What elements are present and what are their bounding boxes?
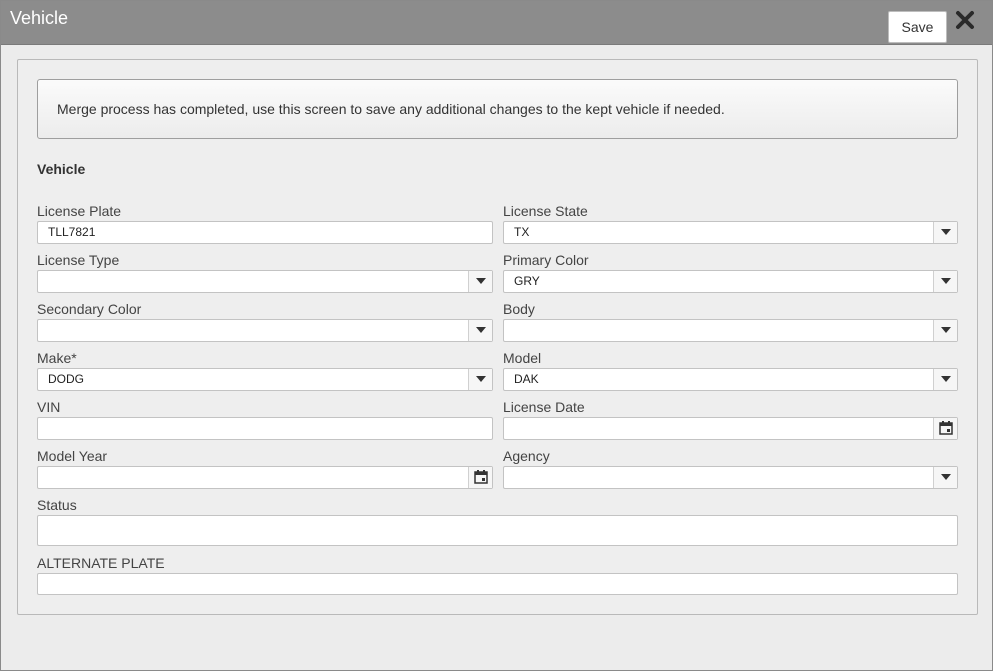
chevron-down-icon[interactable] bbox=[468, 271, 492, 292]
titlebar: Vehicle Save bbox=[1, 1, 992, 45]
secondary-color-select[interactable] bbox=[37, 319, 493, 342]
license-plate-input[interactable]: TLL7821 bbox=[37, 221, 493, 244]
chevron-down-icon[interactable] bbox=[468, 369, 492, 390]
vehicle-dialog: Vehicle Save Merge process has completed… bbox=[0, 0, 993, 671]
section-title: Vehicle bbox=[37, 161, 86, 177]
vin-input[interactable] bbox=[37, 417, 493, 440]
make-value: DODG bbox=[48, 372, 84, 386]
calendar-icon[interactable] bbox=[468, 467, 492, 488]
primary-color-label: Primary Color bbox=[503, 252, 589, 268]
body-select[interactable] bbox=[503, 319, 958, 342]
chevron-down-icon[interactable] bbox=[933, 222, 957, 243]
status-label: Status bbox=[37, 497, 77, 513]
agency-label: Agency bbox=[503, 448, 550, 464]
model-label: Model bbox=[503, 350, 542, 366]
license-date-input[interactable] bbox=[503, 417, 958, 440]
merge-notice-text: Merge process has completed, use this sc… bbox=[57, 101, 725, 117]
calendar-icon[interactable] bbox=[933, 418, 957, 439]
chevron-down-icon[interactable] bbox=[933, 369, 957, 390]
save-button[interactable]: Save bbox=[888, 11, 947, 43]
chevron-down-icon[interactable] bbox=[933, 320, 957, 341]
license-state-label: License State bbox=[503, 203, 588, 219]
body-label: Body bbox=[503, 301, 535, 317]
merge-notice: Merge process has completed, use this sc… bbox=[37, 79, 958, 139]
model-value: DAK bbox=[514, 372, 539, 386]
vin-label: VIN bbox=[37, 399, 61, 415]
primary-color-value: GRY bbox=[514, 274, 540, 288]
agency-select[interactable] bbox=[503, 466, 958, 489]
status-textarea[interactable] bbox=[37, 515, 958, 546]
make-select[interactable]: DODG bbox=[37, 368, 493, 391]
model-year-label: Model Year bbox=[37, 448, 108, 464]
chevron-down-icon[interactable] bbox=[468, 320, 492, 341]
model-select[interactable]: DAK bbox=[503, 368, 958, 391]
license-plate-label: License Plate bbox=[37, 203, 122, 219]
license-date-label: License Date bbox=[503, 399, 585, 415]
primary-color-select[interactable]: GRY bbox=[503, 270, 958, 293]
chevron-down-icon[interactable] bbox=[933, 271, 957, 292]
license-state-select[interactable]: TX bbox=[503, 221, 958, 244]
model-year-input[interactable] bbox=[37, 466, 493, 489]
dialog-title: Vehicle bbox=[10, 8, 69, 28]
secondary-color-label: Secondary Color bbox=[37, 301, 142, 317]
license-type-select[interactable] bbox=[37, 270, 493, 293]
close-icon[interactable] bbox=[954, 9, 978, 33]
license-type-label: License Type bbox=[37, 252, 120, 268]
license-state-value: TX bbox=[514, 225, 530, 239]
chevron-down-icon[interactable] bbox=[933, 467, 957, 488]
alternate-plate-label: ALTERNATE PLATE bbox=[37, 555, 165, 571]
alternate-plate-input[interactable] bbox=[37, 573, 958, 595]
make-label: Make* bbox=[37, 350, 77, 366]
vehicle-panel: Merge process has completed, use this sc… bbox=[17, 59, 978, 615]
license-plate-value: TLL7821 bbox=[48, 225, 96, 239]
